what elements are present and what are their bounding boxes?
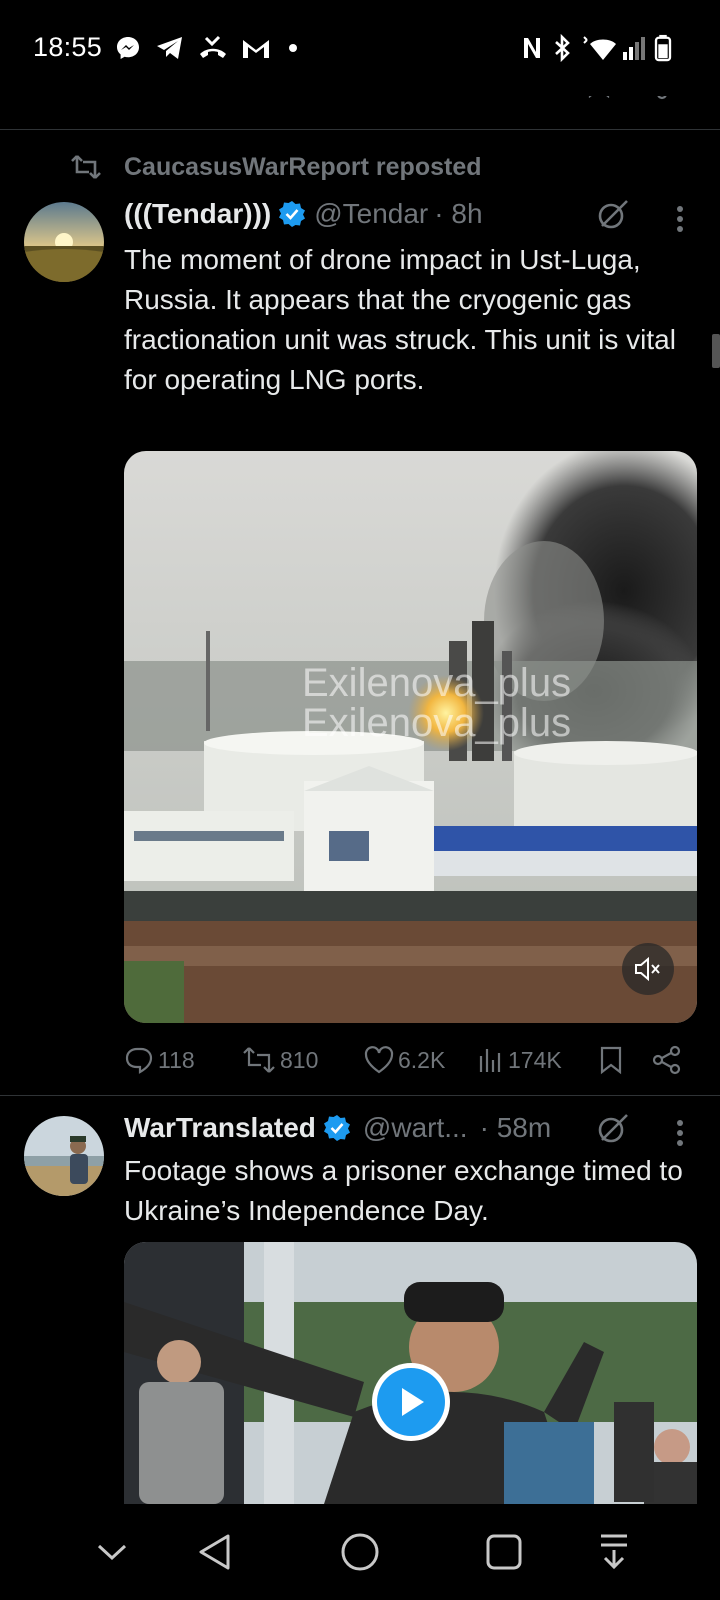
repost-icon [71,155,101,179]
more-options-icon[interactable] [676,204,684,234]
display-name[interactable]: WarTranslated [124,1112,316,1144]
reply-icon [125,1047,153,1074]
repost-button[interactable]: 810 [242,1040,318,1080]
avatar[interactable] [24,202,104,282]
bluetooth-icon [555,34,570,62]
gmail-icon [243,40,269,58]
tweet-video[interactable]: Exilenova_plus Exilenova_plus [124,451,697,1023]
more-options-icon[interactable] [676,1118,684,1148]
grok-icon[interactable] [596,1112,630,1146]
display-name[interactable]: (((Tendar))) [124,198,271,230]
notifications-down-icon[interactable] [598,1532,630,1570]
reply-count: 118 [158,1046,195,1073]
scrollbar-thumb[interactable] [712,334,720,368]
chevron-down-icon[interactable] [96,1542,128,1562]
recents-icon[interactable] [486,1534,522,1570]
battery-icon [654,34,672,62]
share-button[interactable] [652,1040,686,1080]
divider [0,129,720,130]
messenger-icon [117,37,139,59]
bookmark-button[interactable] [598,1040,628,1080]
views-icon [479,1049,501,1072]
avatar[interactable] [24,1116,104,1196]
like-button[interactable]: 6.2K [364,1040,445,1080]
verified-badge-icon [323,1115,350,1141]
tweet-actions: 118 810 6.2K 174K [124,1040,704,1080]
dot-icon [289,44,297,52]
play-icon [402,1388,424,1416]
views-count: 174K [508,1046,562,1073]
status-bar: 18:55 [0,0,720,96]
tweet-text: The moment of drone impact in Ust-Luga, … [124,244,676,395]
share-icon [652,1045,681,1075]
repost-count: 810 [280,1046,319,1073]
reposted-by-label: CaucasusWarReport reposted [124,152,482,181]
nfc-icon [524,38,540,58]
mute-button[interactable] [622,943,674,995]
video-watermark-1: Exilenova_plus [302,661,571,705]
navigation-bar [0,1504,720,1600]
handle[interactable]: @wart... [363,1112,468,1144]
views-button[interactable]: 174K [478,1040,562,1080]
tweet-header: (((Tendar))) @Tendar · 8h [124,194,483,234]
like-count: 6.2K [398,1046,446,1073]
handle[interactable]: @Tendar [314,198,428,230]
signal-icon [623,37,645,60]
bookmark-icon [600,1046,622,1075]
mute-icon [635,956,660,982]
reply-button[interactable]: 118 [124,1040,195,1080]
video-watermark-2: Exilenova_plus [302,701,571,745]
tweet-header: WarTranslated @wart... · 58m [124,1108,551,1148]
verified-badge-icon [279,201,306,227]
telegram-icon [157,37,182,59]
back-icon[interactable] [196,1532,234,1572]
grok-icon[interactable] [596,198,630,232]
play-button[interactable] [372,1363,450,1441]
timestamp: · 8h [434,198,483,229]
divider [0,1095,720,1096]
timestamp: · 58m [479,1112,552,1143]
like-icon [364,1046,394,1074]
repost-icon [243,1047,275,1073]
repost-indicator: CaucasusWarReport reposted [70,150,482,184]
wifi-icon [583,36,616,60]
tweet-text: Footage shows a prisoner exchange timed … [124,1155,683,1226]
tweet-video[interactable] [124,1242,697,1504]
status-time: 18:55 [33,32,103,62]
missed-call-icon [200,35,226,58]
home-icon[interactable] [340,1532,380,1572]
